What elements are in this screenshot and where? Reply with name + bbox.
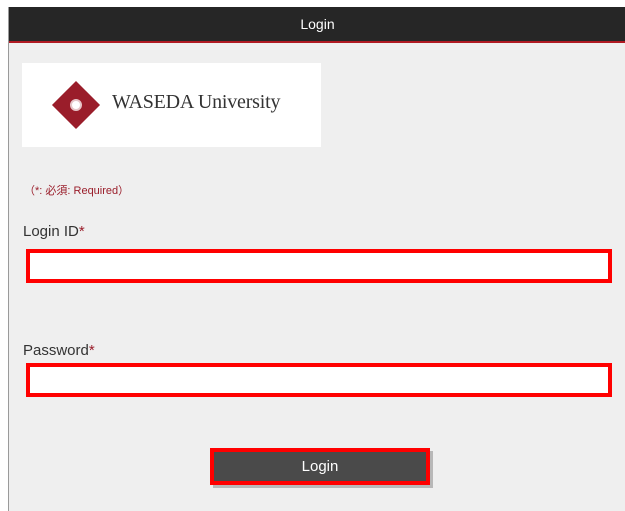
password-label-text: Password	[23, 342, 89, 359]
page-title: Login	[9, 7, 625, 43]
login-panel: Login WASEDA University （*: 必須: Required…	[8, 7, 625, 511]
password-input[interactable]	[26, 363, 612, 397]
login-id-label-text: Login ID	[23, 223, 79, 240]
login-id-input[interactable]	[26, 249, 612, 283]
required-mark: *	[88, 342, 95, 359]
logo-text: WASEDA University	[112, 91, 281, 113]
university-logo: WASEDA University	[22, 63, 321, 147]
required-note: （*: 必須: Required）	[24, 185, 130, 197]
login-id-label: Login ID*	[23, 223, 85, 240]
login-button[interactable]: Login	[210, 448, 430, 485]
password-label: Password*	[23, 342, 95, 359]
waseda-seal-icon	[70, 99, 82, 111]
required-mark: *	[78, 223, 85, 240]
